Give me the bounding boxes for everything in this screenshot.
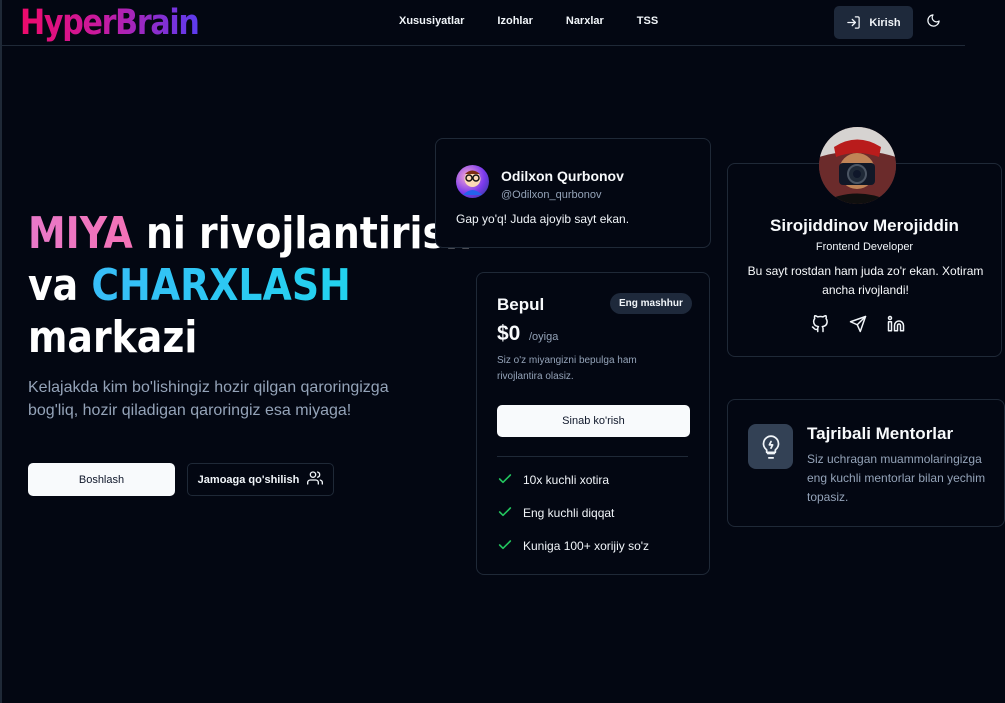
- check-icon: [497, 471, 513, 490]
- profile-name: Sirojiddinov Merojiddin: [770, 216, 959, 235]
- telegram-icon[interactable]: [849, 315, 867, 333]
- profile-quote: Bu sayt rostdan ham juda zo'r ekan. Xoti…: [747, 264, 984, 297]
- login-label: Kirish: [869, 16, 901, 29]
- top-navbar: HyperBrain Xususiyatlar Izohlar Narxlar …: [0, 0, 965, 46]
- social-links: [811, 314, 905, 333]
- hero-title: MIYA ni rivojlantirish va CHARXLASH mark…: [28, 208, 472, 364]
- nav-links: Xususiyatlar Izohlar Narxlar TSS: [399, 15, 658, 27]
- reviewer-handle: @Odilxon_qurbonov: [501, 189, 602, 201]
- linkedin-icon[interactable]: [887, 315, 905, 333]
- popular-badge: Eng mashhur: [610, 293, 692, 314]
- reviewer-name: Odilxon Qurbonov: [501, 168, 624, 184]
- feature-label: Kuniga 100+ xorijiy so'z: [523, 539, 650, 553]
- start-button[interactable]: Boshlash: [28, 463, 175, 496]
- hero-title-part2: va: [28, 260, 92, 311]
- hero-title-highlight-charxlash: CHARXLASH: [91, 260, 351, 311]
- review-card: Odilxon Qurbonov @Odilxon_qurbonov Gap y…: [435, 138, 711, 248]
- moon-icon: [926, 13, 946, 28]
- mentor-title: Tajribali Mentorlar: [807, 424, 954, 443]
- login-icon: [846, 15, 861, 30]
- join-team-button[interactable]: Jamoaga qo'shilish: [187, 463, 334, 496]
- login-button[interactable]: Kirish: [834, 6, 913, 39]
- hero-title-part3: markazi: [28, 312, 198, 363]
- users-icon: [307, 470, 324, 489]
- check-icon: [497, 504, 513, 523]
- profile-photo: [819, 127, 896, 204]
- reviewer-avatar: [456, 165, 489, 198]
- hero-subtitle: Kelajakda kim bo'lishingiz hozir qilgan …: [28, 379, 389, 419]
- plan-period: /oyiga: [529, 331, 559, 343]
- github-icon[interactable]: [811, 314, 829, 333]
- nav-link-features[interactable]: Xususiyatlar: [399, 15, 464, 27]
- profile-card: Sirojiddinov Merojiddin Frontend Develop…: [727, 127, 1002, 357]
- join-team-label: Jamoaga qo'shilish: [197, 473, 300, 486]
- check-icon: [497, 537, 513, 556]
- review-text: Gap yo'q! Juda ajoyib sayt ekan.: [456, 212, 630, 226]
- hero-title-highlight-miya: MIYA: [28, 208, 133, 259]
- try-plan-button[interactable]: Sinab ko'rish: [497, 405, 690, 437]
- lightbulb-icon: [748, 424, 793, 469]
- brand-logo[interactable]: HyperBrain: [20, 1, 200, 45]
- plan-price: $0: [497, 322, 521, 345]
- pricing-divider: [497, 456, 688, 457]
- plan-title: Bepul: [497, 295, 545, 314]
- page-left-border: [0, 0, 2, 703]
- feature-label: Eng kuchli diqqat: [523, 506, 615, 520]
- nav-link-pricing[interactable]: Narxlar: [566, 15, 604, 27]
- feature-item: Kuniga 100+ xorijiy so'z: [497, 536, 649, 556]
- nav-link-reviews[interactable]: Izohlar: [497, 15, 532, 27]
- profile-role: Frontend Developer: [815, 241, 914, 253]
- feature-item: 10x kuchli xotira: [497, 470, 609, 490]
- nav-link-faq[interactable]: TSS: [637, 15, 658, 27]
- feature-label: 10x kuchli xotira: [523, 473, 610, 487]
- mentor-description: Siz uchragan muammolaringizga eng kuchli…: [807, 452, 986, 504]
- feature-item: Eng kuchli diqqat: [497, 503, 614, 523]
- pricing-card: Bepul Eng mashhur $0 /oyiga Siz o'z miya…: [476, 272, 710, 575]
- plan-description: Siz o'z miyangizni bepulga ham rivojlant…: [497, 355, 637, 382]
- hero-title-part1: ni rivojlantirish: [132, 208, 472, 259]
- mentor-feature-card: Tajribali Mentorlar Siz uchragan muammol…: [727, 399, 1005, 527]
- theme-toggle-button[interactable]: [926, 13, 946, 33]
